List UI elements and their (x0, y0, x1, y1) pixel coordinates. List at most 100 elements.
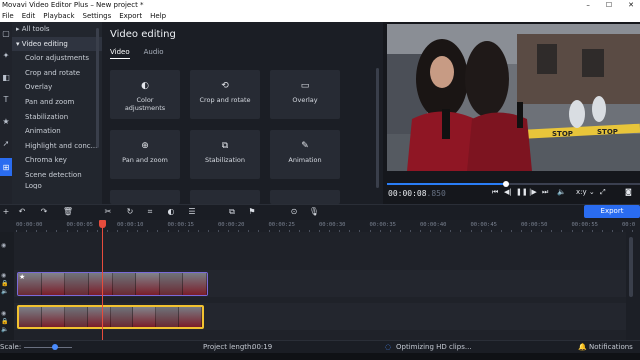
tool-item-overlay[interactable]: Overlay (12, 80, 102, 95)
minimize-button[interactable]: – (586, 0, 590, 11)
export-button[interactable]: Export (584, 205, 640, 218)
menu-settings[interactable]: Settings (83, 11, 112, 22)
track-lock-icon[interactable]: 🔒 (1, 318, 8, 325)
video-frame: STOP STOP (387, 24, 640, 171)
card-more-3[interactable] (270, 190, 340, 204)
notifications-link[interactable]: Notifications (589, 343, 633, 351)
card-more-1[interactable] (110, 190, 180, 204)
skip-forward-icon[interactable]: ⏭ (542, 188, 548, 197)
tool-item-scene-detection[interactable]: Scene detection (12, 168, 102, 183)
callouts-icon[interactable]: ➚ (0, 132, 12, 154)
adjust-icon[interactable]: ☰ (186, 207, 198, 216)
timeline-scroll-thumb[interactable] (629, 237, 633, 297)
ruler-label: 00:00:55 (571, 222, 599, 228)
rotate-icon[interactable]: ↻ (124, 207, 136, 216)
close-button[interactable]: ✕ (628, 0, 634, 11)
menu-help[interactable]: Help (150, 11, 166, 22)
video-editing-section[interactable]: ▾ Video editing (12, 36, 102, 52)
caution-tape-text: STOP (552, 130, 573, 138)
microphone-icon[interactable]: 🎙 (308, 207, 320, 216)
scale-label: Scale: (0, 343, 22, 351)
scale-slider[interactable] (24, 347, 72, 348)
step-forward-icon[interactable]: |▶ (529, 188, 537, 196)
card-label: Color adjustments (124, 96, 166, 112)
card-overlay[interactable]: ▭ Overlay (270, 70, 340, 119)
skip-back-icon[interactable]: ⏮ (492, 188, 498, 197)
menu-file[interactable]: File (2, 11, 14, 22)
volume-icon[interactable]: 🔈 (557, 188, 566, 196)
all-tools-item[interactable]: ▸ All tools (12, 22, 102, 37)
scale-slider-knob[interactable] (52, 344, 58, 350)
progress-knob[interactable] (502, 181, 509, 187)
track-gutter: ◉ ◉ 🔒 🔈 ◉ 🔒 🔈 (0, 232, 14, 340)
card-color-adjustments[interactable]: ◐ Color adjustments (110, 70, 180, 119)
track-audio-icon[interactable]: 🔈 (1, 288, 8, 295)
tool-item-animation[interactable]: Animation (12, 124, 102, 139)
tab-audio[interactable]: Audio (144, 48, 164, 59)
menu-export[interactable]: Export (119, 11, 142, 22)
tool-item-highlight[interactable]: Highlight and conc... (12, 139, 102, 154)
marker-icon[interactable]: ⚑ (246, 207, 258, 216)
overlay-clip[interactable] (17, 272, 208, 296)
all-tools-label: All tools (21, 25, 50, 33)
card-pan-zoom[interactable]: ⊕ Pan and zoom (110, 130, 180, 179)
playback-progress[interactable] (387, 181, 640, 187)
crop-tool-icon[interactable]: ⌗ (144, 207, 156, 217)
ruler-label: 00:00:10 (117, 222, 144, 228)
panel-scrollbar[interactable] (376, 68, 379, 188)
delete-icon[interactable]: 🗑 (62, 207, 74, 216)
tool-item-color-adjustments[interactable]: Color adjustments (12, 51, 102, 66)
main-clip[interactable] (17, 305, 204, 329)
aspect-selector[interactable]: x:y ⌄ (576, 188, 595, 196)
filters-icon[interactable]: ✦ (0, 44, 12, 66)
card-animation[interactable]: ✎ Animation (270, 130, 340, 179)
playhead[interactable] (99, 220, 106, 340)
transitions-icon[interactable]: ◧ (0, 66, 12, 88)
track-audio-icon[interactable]: 🔈 (1, 326, 8, 333)
taskbar (0, 353, 640, 360)
menu-bar: File Edit Playback Settings Export Help (0, 11, 640, 22)
playhead-handle[interactable] (99, 220, 106, 228)
tool-item-chroma-key[interactable]: Chroma key (12, 153, 102, 168)
record-icon[interactable]: ⊙ (288, 207, 300, 216)
import-icon[interactable]: ▢ (0, 22, 12, 44)
overlay-tool-icon[interactable]: ⧉ (226, 207, 238, 217)
tools-scrollbar[interactable] (96, 28, 99, 148)
timeline-scrollbar[interactable] (628, 232, 634, 340)
card-label: Stabilization (204, 156, 246, 164)
track-visibility-icon[interactable]: ◉ (1, 242, 6, 249)
stickers-icon[interactable]: ★ (0, 110, 12, 132)
tools-list: ▸ All tools ▾ Video editing Color adjust… (12, 22, 102, 204)
card-more-2[interactable] (190, 190, 260, 204)
timeline-ruler[interactable]: 00:00:00 00:00:05 00:00:10 00:00:15 00:00:20… (14, 220, 640, 232)
menu-playback[interactable]: Playback (43, 11, 74, 22)
notifications-icon[interactable]: 🔔 (578, 343, 587, 351)
undo-icon[interactable]: ↶ (16, 207, 28, 216)
project-length-label: Project length: (203, 343, 254, 351)
add-icon[interactable]: + (0, 207, 12, 216)
fullscreen-icon[interactable]: ⤢ (600, 188, 606, 197)
menu-edit[interactable]: Edit (22, 11, 36, 22)
tab-video[interactable]: Video (110, 48, 130, 59)
cut-icon[interactable]: ✂ (102, 207, 114, 216)
more-tools-icon[interactable]: ⊞ (0, 158, 12, 176)
card-stabilization[interactable]: ⧉ Stabilization (190, 130, 260, 179)
redo-icon[interactable]: ↷ (38, 207, 50, 216)
tool-item-logo[interactable]: Logo (12, 183, 102, 189)
titles-icon[interactable]: T (0, 88, 12, 110)
track-visibility-icon[interactable]: ◉ (1, 272, 6, 279)
pause-icon[interactable]: ❚❚ (516, 188, 528, 196)
tool-item-crop-rotate[interactable]: Crop and rotate (12, 66, 102, 81)
track-visibility-icon[interactable]: ◉ (1, 310, 6, 317)
track-lock-icon[interactable]: 🔒 (1, 280, 8, 287)
color-tool-icon[interactable]: ◐ (165, 207, 177, 216)
maximize-button[interactable]: ☐ (606, 0, 612, 11)
card-crop-rotate[interactable]: ⟲ Crop and rotate (190, 70, 260, 119)
tool-item-stabilization[interactable]: Stabilization (12, 110, 102, 125)
step-back-icon[interactable]: ◀| (504, 188, 512, 196)
caution-tape-text-2: STOP (597, 128, 618, 136)
tool-item-pan-zoom[interactable]: Pan and zoom (12, 95, 102, 110)
window-title: Movavi Video Editor Plus – New project * (2, 1, 144, 9)
video-editing-label: Video editing (21, 39, 68, 48)
snapshot-icon[interactable]: ◙ (625, 188, 632, 196)
